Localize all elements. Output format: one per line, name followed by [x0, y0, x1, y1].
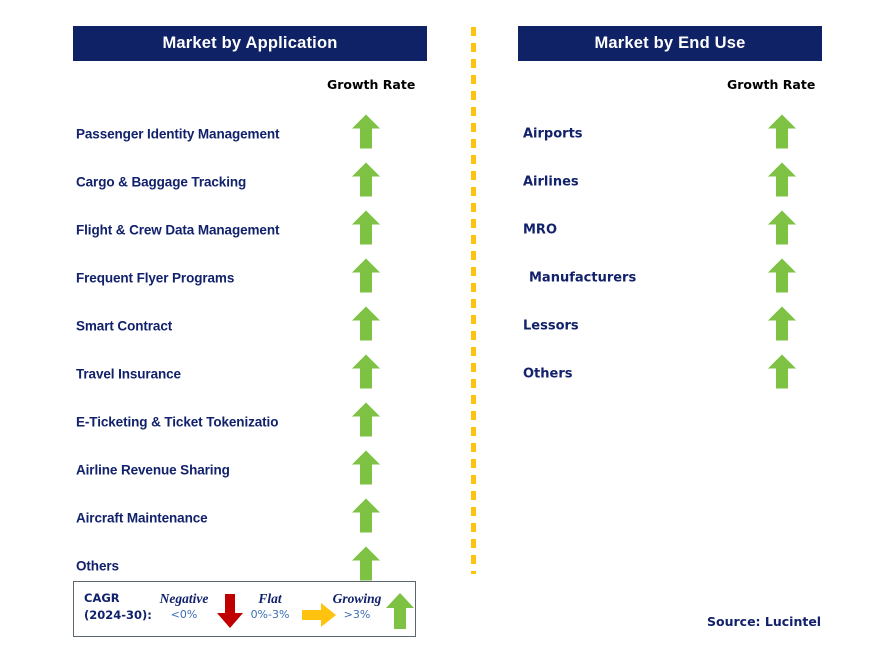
table-row: Flight & Crew Data Management: [0, 206, 455, 254]
legend-negative-label: Negative: [159, 591, 209, 606]
market-by-application-panel: Market by Application Growth Rate Passen…: [0, 0, 455, 666]
table-row: MRO: [455, 206, 885, 254]
arrow-up-icon: [352, 210, 380, 250]
table-row: Others: [455, 350, 885, 398]
legend-title: CAGR (2024-30):: [84, 590, 152, 624]
legend-item-growing: Growing >3%: [319, 591, 395, 623]
row-label: Others: [523, 366, 573, 382]
section-header-end-use: Market by End Use: [518, 26, 822, 61]
legend-item-flat: Flat 0%-3%: [234, 591, 306, 623]
table-row: Aircraft Maintenance: [0, 494, 455, 542]
growth-rate-caption-end-use: Growth Rate: [727, 77, 816, 92]
row-label: Lessors: [523, 318, 579, 334]
row-label: Manufacturers: [529, 270, 637, 286]
section-header-application-label: Market by Application: [162, 34, 338, 52]
arrow-up-icon: [352, 162, 380, 202]
growth-rate-caption-application: Growth Rate: [327, 77, 416, 92]
legend-flat-label: Flat: [258, 591, 282, 606]
arrow-up-icon: [768, 258, 796, 298]
arrow-up-icon: [768, 306, 796, 346]
application-row-list: Passenger Identity Management Cargo & Bag…: [0, 110, 455, 590]
legend-item-negative: Negative <0%: [146, 591, 222, 623]
legend-negative-range: <0%: [170, 608, 198, 621]
market-by-end-use-panel: Market by End Use Growth Rate Airports Ai…: [455, 0, 885, 666]
table-row: Passenger Identity Management: [0, 110, 455, 158]
row-label: Airlines: [523, 174, 579, 190]
row-label: Flight & Crew Data Management: [76, 222, 280, 238]
row-label: Passenger Identity Management: [76, 126, 280, 142]
arrow-up-icon: [352, 306, 380, 346]
arrow-up-icon: [768, 114, 796, 154]
legend-title-line1: CAGR: [84, 591, 120, 605]
legend-growing-label: Growing: [332, 591, 382, 606]
row-label: Airline Revenue Sharing: [76, 462, 230, 478]
arrow-up-icon: [352, 258, 380, 298]
table-row: Lessors: [455, 302, 885, 350]
table-row: Airline Revenue Sharing: [0, 446, 455, 494]
arrow-up-icon: [352, 402, 380, 442]
table-row: Cargo & Baggage Tracking: [0, 158, 455, 206]
arrow-up-icon: [352, 114, 380, 154]
arrow-up-icon: [768, 210, 796, 250]
arrow-up-icon: [352, 546, 380, 586]
legend-title-line2: (2024-30):: [84, 608, 152, 622]
row-label: Others: [76, 558, 119, 574]
source-attribution: Source: Lucintel: [707, 614, 822, 629]
row-label: Aircraft Maintenance: [76, 510, 208, 526]
legend-flat-range: 0%-3%: [250, 608, 290, 621]
section-header-end-use-label: Market by End Use: [594, 34, 746, 52]
table-row: E-Ticketing & Ticket Tokenizatio: [0, 398, 455, 446]
section-header-application: Market by Application: [73, 26, 427, 61]
table-row: Airports: [455, 110, 885, 158]
table-row: Frequent Flyer Programs: [0, 254, 455, 302]
row-label: MRO: [523, 222, 557, 238]
row-label: Cargo & Baggage Tracking: [76, 174, 247, 190]
table-row: Travel Insurance: [0, 350, 455, 398]
legend-growing-range: >3%: [343, 608, 371, 621]
arrow-up-icon: [768, 354, 796, 394]
arrow-up-icon: [352, 498, 380, 538]
row-label: E-Ticketing & Ticket Tokenizatio: [76, 414, 279, 430]
table-row: Airlines: [455, 158, 885, 206]
table-row: Manufacturers: [455, 254, 885, 302]
arrow-up-icon: [768, 162, 796, 202]
row-label: Airports: [523, 126, 583, 142]
arrow-up-icon: [386, 593, 414, 634]
arrow-up-icon: [352, 354, 380, 394]
row-label: Frequent Flyer Programs: [76, 270, 235, 286]
cagr-legend: CAGR (2024-30): Negative <0% Flat 0%-3% …: [73, 581, 416, 637]
row-label: Travel Insurance: [76, 366, 181, 382]
end-use-row-list: Airports Airlines MRO Manufacturers Lessors O…: [455, 110, 885, 398]
table-row: Smart Contract: [0, 302, 455, 350]
row-label: Smart Contract: [76, 318, 173, 334]
arrow-up-icon: [352, 450, 380, 490]
